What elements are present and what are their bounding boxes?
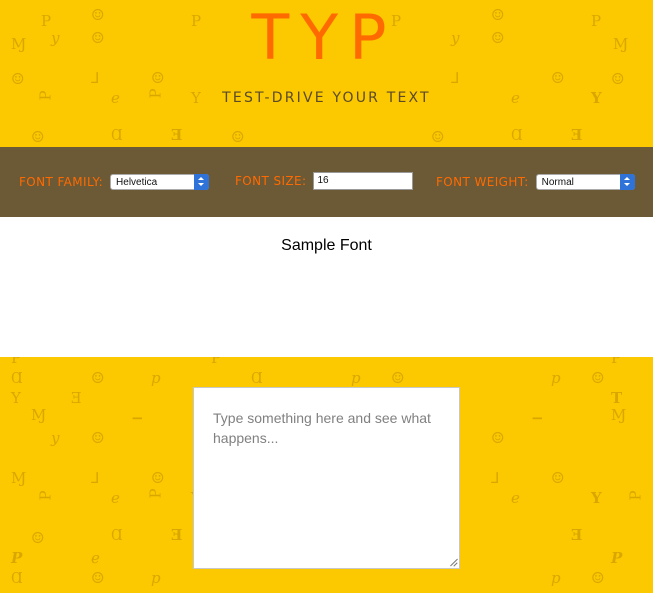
font-size-input[interactable]: 16 — [313, 172, 414, 190]
text-input-area[interactable]: Type something here and see what happens… — [193, 387, 460, 569]
font-family-control: FONT FAMILY: Helvetica — [19, 172, 210, 192]
header: TYP TEST-DRIVE YOUR TEXT — [0, 0, 653, 147]
tagline: TEST-DRIVE YOUR TEXT — [222, 90, 431, 106]
font-family-select[interactable]: Helvetica — [110, 174, 210, 190]
select-arrows-icon — [194, 174, 210, 190]
logo: TYP — [251, 1, 398, 74]
font-weight-value: Normal — [541, 177, 574, 188]
font-size-label: FONT SIZE: — [235, 174, 307, 188]
select-arrows-icon — [619, 174, 635, 190]
controls-bar: FONT FAMILY: Helvetica FONT SIZE: 16 FON… — [0, 147, 653, 217]
font-size-control: FONT SIZE: 16 — [235, 171, 414, 191]
font-weight-select[interactable]: Normal — [535, 174, 635, 190]
font-weight-label: FONT WEIGHT: — [436, 175, 529, 189]
resize-handle-icon[interactable] — [449, 558, 457, 566]
preview-panel: Sample Font — [0, 217, 653, 357]
font-family-value: Helvetica — [116, 177, 158, 188]
font-weight-control: FONT WEIGHT: Normal — [436, 172, 635, 192]
font-family-label: FONT FAMILY: — [19, 175, 104, 189]
sample-text: Sample Font — [281, 237, 372, 254]
text-input-placeholder: Type something here and see what happens… — [213, 410, 431, 446]
